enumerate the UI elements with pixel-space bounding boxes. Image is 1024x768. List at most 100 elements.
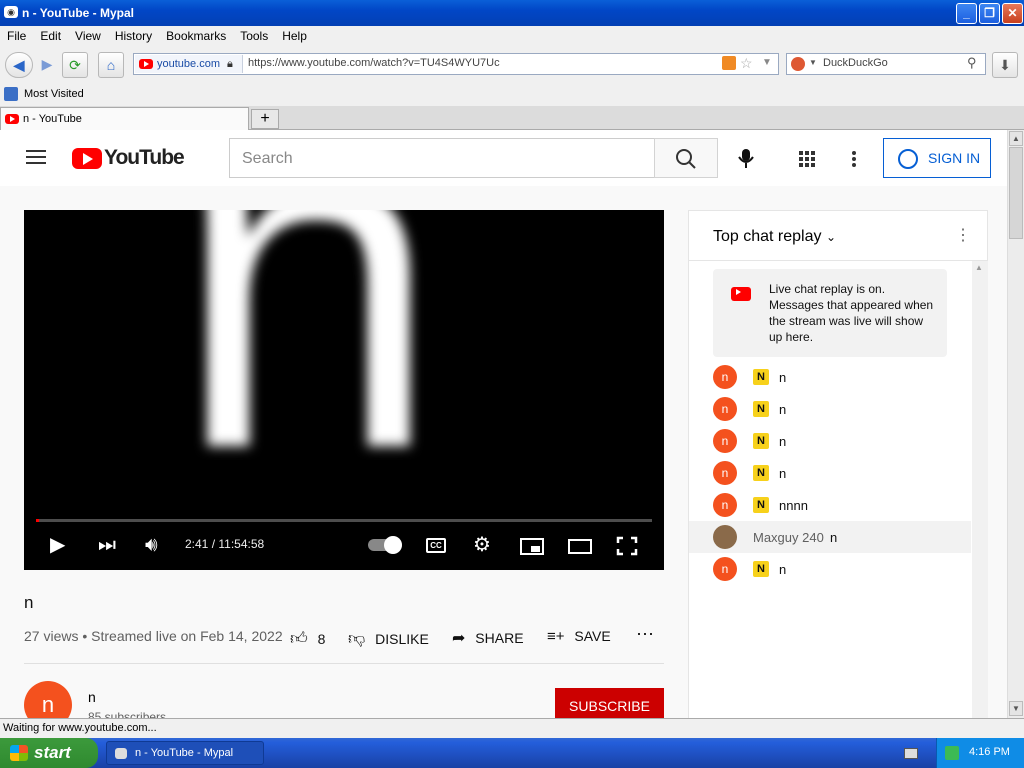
status-text: Waiting for www.youtube.com... <box>3 722 157 734</box>
channel-avatar[interactable]: n <box>24 681 72 718</box>
next-button[interactable]: ⏭ <box>98 533 116 557</box>
start-button[interactable]: start <box>0 738 98 768</box>
youtube-search-input[interactable]: Search <box>229 138 655 178</box>
window-titlebar: ◉ n - YouTube - Mypal _ ❐ ✕ <box>0 0 1024 26</box>
youtube-logo-text[interactable]: YouTube <box>104 146 185 170</box>
minimize-button[interactable]: _ <box>956 3 977 24</box>
settings-button[interactable]: ⚙ <box>473 533 491 557</box>
home-icon: ⌂ <box>106 57 116 73</box>
dislike-button[interactable]: 👎︎ DISLIKE <box>348 628 429 649</box>
menu-bar: File Edit View History Bookmarks Tools Help <box>0 26 1024 46</box>
close-button[interactable]: ✕ <box>1002 3 1023 24</box>
plus-icon: + <box>260 110 270 127</box>
search-bar[interactable]: ▼ DuckDuckGo ⚲ <box>786 53 986 75</box>
microphone-icon[interactable] <box>736 147 756 169</box>
chat-scrollbar[interactable]: ▲ <box>972 261 988 718</box>
menu-edit[interactable]: Edit <box>33 26 68 43</box>
youtube-logo-icon[interactable] <box>72 148 102 169</box>
site-identity[interactable]: youtube.com 🔒︎ <box>135 55 243 73</box>
menu-help[interactable]: Help <box>275 26 314 43</box>
autoplay-toggle[interactable] <box>368 536 402 554</box>
menu-history[interactable]: History <box>108 26 159 43</box>
downloads-button[interactable]: ⬇ <box>992 52 1018 78</box>
youtube-search-button[interactable] <box>654 138 718 178</box>
chat-author[interactable]: Maxguy 240 <box>753 530 824 545</box>
keyboard-icon[interactable] <box>904 748 918 759</box>
fullscreen-icon[interactable] <box>616 536 638 556</box>
download-arrow-icon: ⬇ <box>999 57 1011 73</box>
sign-in-button[interactable]: SIGN IN <box>883 138 991 178</box>
autoplay-knob-icon <box>384 536 402 554</box>
theater-mode-button[interactable] <box>568 539 592 554</box>
bookmarks-toolbar: Most Visited <box>0 84 1024 106</box>
chat-mode-dropdown[interactable]: Top chat replay ⌄ <box>713 228 836 246</box>
chat-avatar[interactable]: n <box>713 493 737 517</box>
skip-next-icon: ⏭ <box>98 534 116 556</box>
scrollbar-thumb[interactable] <box>1009 147 1023 239</box>
chat-text: n <box>779 466 787 481</box>
subscribe-button[interactable]: SUBSCRIBE <box>555 688 664 718</box>
more-vert-icon[interactable] <box>850 150 858 168</box>
share-icon: ➦ <box>452 630 466 647</box>
play-button[interactable]: ▶ <box>50 533 65 557</box>
rss-icon[interactable] <box>722 56 736 70</box>
page-scrollbar[interactable]: ▲ ▼ <box>1007 130 1024 718</box>
menu-view[interactable]: View <box>68 26 108 43</box>
clock[interactable]: 4:16 PM <box>969 746 1010 758</box>
save-label: SAVE <box>574 628 611 644</box>
scroll-up-icon[interactable]: ▲ <box>1009 131 1023 146</box>
engine-dropdown-icon[interactable]: ▼ <box>809 58 817 67</box>
tab-youtube[interactable]: n - YouTube <box>0 107 249 130</box>
youtube-icon <box>731 287 751 301</box>
chat-message: n N nnnn <box>689 489 971 521</box>
chat-more-icon[interactable]: ⋮ <box>955 225 971 245</box>
new-tab-button[interactable]: + <box>251 109 279 129</box>
scroll-up-icon[interactable]: ▲ <box>975 263 983 272</box>
menu-icon[interactable] <box>26 150 46 152</box>
channel-name[interactable]: n <box>88 689 96 705</box>
live-chat-panel: Top chat replay ⌄ ⋮ Live chat replay is … <box>688 210 988 718</box>
captions-button[interactable]: CC <box>426 538 446 553</box>
video-title: n <box>24 593 34 612</box>
forward-button[interactable]: ▶ <box>34 52 60 78</box>
mute-button[interactable]: 🔊︎ <box>145 533 158 557</box>
menu-tools[interactable]: Tools <box>233 26 275 43</box>
most-visited-link[interactable]: Most Visited <box>24 88 84 100</box>
most-visited-icon <box>4 87 18 101</box>
search-icon[interactable]: ⚲ <box>967 55 977 71</box>
miniplayer-button[interactable] <box>520 538 544 555</box>
reload-button[interactable]: ⟳ <box>62 52 88 78</box>
url-dropdown-icon[interactable]: ▼ <box>762 57 772 68</box>
home-button[interactable]: ⌂ <box>98 52 124 78</box>
video-player[interactable]: n ▶ ⏭ 🔊︎ 2:41 / 11:54:58 CC ⚙ <box>24 210 664 570</box>
menu-bookmarks[interactable]: Bookmarks <box>159 26 233 43</box>
chat-avatar[interactable]: n <box>713 429 737 453</box>
maximize-button[interactable]: ❐ <box>979 3 1000 24</box>
url-bar[interactable]: youtube.com 🔒︎ https://www.youtube.com/w… <box>133 53 779 75</box>
status-bar: Waiting for www.youtube.com... <box>0 718 1024 738</box>
menu-file[interactable]: File <box>0 26 33 43</box>
network-icon[interactable] <box>945 746 959 760</box>
share-button[interactable]: ➦ SHARE <box>452 628 524 648</box>
gear-icon: ⚙ <box>473 534 491 556</box>
like-button[interactable]: 👍︎ 8 <box>290 628 325 649</box>
apps-grid-icon[interactable] <box>798 150 816 168</box>
progress-bar[interactable] <box>36 519 652 522</box>
chat-avatar[interactable]: n <box>713 397 737 421</box>
taskbar-item-mypal[interactable]: n - YouTube - Mypal <box>106 741 264 765</box>
scroll-down-icon[interactable]: ▼ <box>1009 701 1023 716</box>
chat-avatar[interactable]: n <box>713 461 737 485</box>
chat-user-avatar[interactable] <box>713 525 737 549</box>
chat-avatar[interactable]: n <box>713 365 737 389</box>
url-text[interactable]: https://www.youtube.com/watch?v=TU4S4WYU… <box>248 57 500 69</box>
bookmark-star-icon[interactable]: ☆ <box>740 55 753 72</box>
chat-message: n N n <box>689 457 971 489</box>
chat-avatar[interactable]: n <box>713 557 737 581</box>
more-actions-icon[interactable]: ⋯ <box>636 624 654 645</box>
back-button[interactable]: ◀ <box>5 52 33 78</box>
forward-arrow-icon: ▶ <box>41 56 53 72</box>
save-button[interactable]: ≡+ SAVE <box>547 628 611 645</box>
chat-text: n <box>779 434 787 449</box>
member-badge: N <box>753 369 769 385</box>
chat-message: n N n <box>689 425 971 457</box>
